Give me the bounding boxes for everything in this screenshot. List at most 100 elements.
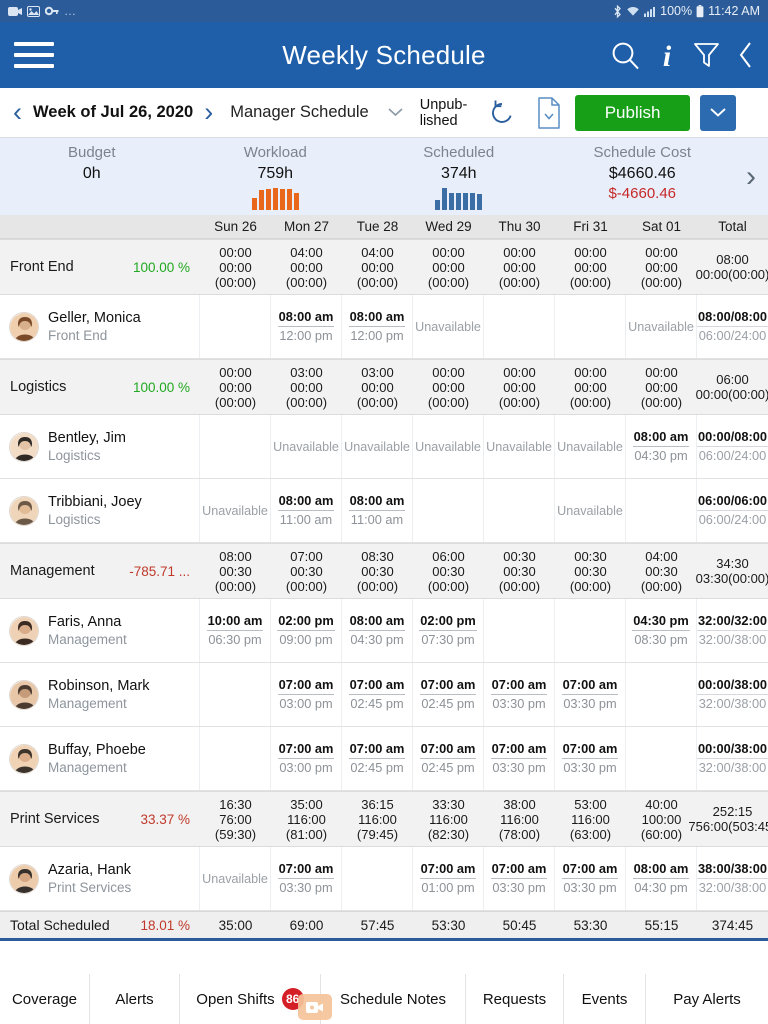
prev-week-button[interactable]: ‹ <box>6 99 29 126</box>
group-total-cell[interactable]: 08:00 00:00(00:00) <box>696 240 768 294</box>
summary-cell-workload[interactable]: Workload 759h <box>184 138 368 215</box>
group-day-cell[interactable]: 00:00 00:00 (00:00) <box>200 360 271 414</box>
employee-total-cell[interactable]: 32:00/32:00 32:00/38:00 <box>697 599 768 662</box>
shift-cell[interactable]: Unavailable <box>626 295 697 358</box>
shift-cell[interactable] <box>200 415 271 478</box>
shift-cell[interactable]: 07:00 am 02:45 pm <box>342 727 413 790</box>
publish-button[interactable]: Publish <box>574 94 691 131</box>
shift-cell[interactable]: 07:00 am 02:45 pm <box>413 727 484 790</box>
shift-cell[interactable]: 02:00 pm 07:30 pm <box>413 599 484 662</box>
employee-total-cell[interactable]: 00:00/38:00 32:00/38:00 <box>697 663 768 726</box>
shift-cell[interactable]: 08:00 am 04:30 pm <box>626 415 697 478</box>
shift-cell[interactable]: 07:00 am 03:30 pm <box>555 663 626 726</box>
shift-cell[interactable] <box>626 727 697 790</box>
publish-options-caret[interactable] <box>700 94 737 131</box>
shift-cell[interactable]: 07:00 am 03:30 pm <box>484 847 555 910</box>
undo-refresh-icon[interactable] <box>486 97 518 129</box>
group-summary-row[interactable]: Print Services 33.37 % 16:30 76:00 (59:30) 35… <box>0 791 768 847</box>
summary-cell-budget[interactable]: Budget 0h <box>0 138 184 215</box>
group-summary-row[interactable]: Logistics 100.00 % 00:00 00:00 (00:00) 03:00 0… <box>0 359 768 415</box>
shift-cell[interactable]: 07:00 am 03:30 pm <box>484 727 555 790</box>
group-day-cell[interactable]: 40:00 100:00 (60:00) <box>626 792 697 846</box>
shift-cell[interactable] <box>555 599 626 662</box>
hamburger-menu-icon[interactable] <box>14 42 54 68</box>
group-day-cell[interactable]: 00:00 00:00 (00:00) <box>626 240 697 294</box>
employee-info[interactable]: Buffay, Phoebe Management <box>0 727 200 790</box>
employee-info[interactable]: Faris, Anna Management <box>0 599 200 662</box>
day-header-tue-28[interactable]: Tue 28 <box>342 219 413 234</box>
shift-cell[interactable]: 07:00 am 03:00 pm <box>271 727 342 790</box>
group-day-cell[interactable]: 00:00 00:00 (00:00) <box>200 240 271 294</box>
group-day-cell[interactable]: 06:00 00:30 (00:00) <box>413 544 484 598</box>
group-day-cell[interactable]: 04:00 00:30 (00:00) <box>626 544 697 598</box>
shift-cell[interactable] <box>200 727 271 790</box>
shift-cell[interactable]: Unavailable <box>555 415 626 478</box>
employee-total-cell[interactable]: 00:00/38:00 32:00/38:00 <box>697 727 768 790</box>
summary-next-icon[interactable]: › <box>734 138 768 215</box>
shift-cell[interactable] <box>626 479 697 542</box>
shift-cell[interactable]: 08:00 am 04:30 pm <box>342 599 413 662</box>
shift-cell[interactable]: 07:00 am 03:30 pm <box>484 663 555 726</box>
tab-events[interactable]: Events <box>564 974 646 1024</box>
shift-cell[interactable]: 04:30 pm 08:30 pm <box>626 599 697 662</box>
employee-total-cell[interactable]: 06:00/06:00 06:00/24:00 <box>697 479 768 542</box>
employee-row[interactable]: Geller, Monica Front End 08:00 am 12:00 pm 0… <box>0 295 768 359</box>
document-download-icon[interactable] <box>535 96 563 130</box>
shift-cell[interactable] <box>200 663 271 726</box>
next-week-button[interactable]: › <box>197 99 220 126</box>
employee-row[interactable]: Faris, Anna Management 10:00 am 06:30 pm 02:… <box>0 599 768 663</box>
shift-cell[interactable] <box>484 599 555 662</box>
group-day-cell[interactable]: 38:00 116:00 (78:00) <box>484 792 555 846</box>
shift-cell[interactable]: 08:00 am 11:00 am <box>342 479 413 542</box>
tab-coverage[interactable]: Coverage <box>0 974 90 1024</box>
employee-total-cell[interactable]: 38:00/38:00 32:00/38:00 <box>697 847 768 910</box>
summary-cell-scheduled[interactable]: Scheduled 374h <box>367 138 551 215</box>
group-day-cell[interactable]: 00:00 00:00 (00:00) <box>484 360 555 414</box>
tab-requests[interactable]: Requests <box>466 974 564 1024</box>
employee-row[interactable]: Bentley, Jim Logistics Unavailable Unavaila… <box>0 415 768 479</box>
employee-info[interactable]: Azaria, Hank Print Services <box>0 847 200 910</box>
shift-cell[interactable] <box>484 295 555 358</box>
employee-total-cell[interactable]: 00:00/08:00 06:00/24:00 <box>697 415 768 478</box>
day-header-mon-27[interactable]: Mon 27 <box>271 219 342 234</box>
employee-row[interactable]: Tribbiani, Joey Logistics Unavailable 08:00… <box>0 479 768 543</box>
shift-cell[interactable]: Unavailable <box>484 415 555 478</box>
tab-schedule-notes[interactable]: Schedule Notes <box>321 974 466 1024</box>
group-summary-row[interactable]: Front End 100.00 % 00:00 00:00 (00:00) 04:00 0… <box>0 239 768 295</box>
filter-icon[interactable] <box>693 40 720 70</box>
chevron-down-icon[interactable] <box>387 104 404 121</box>
shift-cell[interactable]: Unavailable <box>342 415 413 478</box>
info-icon[interactable]: i <box>658 39 676 71</box>
day-header-wed-29[interactable]: Wed 29 <box>413 219 484 234</box>
group-total-cell[interactable]: 252:15 756:00(503:45) <box>688 792 768 846</box>
group-day-cell[interactable]: 04:00 00:00 (00:00) <box>271 240 342 294</box>
group-day-cell[interactable]: 08:00 00:30 (00:00) <box>200 544 271 598</box>
employee-info[interactable]: Geller, Monica Front End <box>0 295 200 358</box>
shift-cell[interactable]: Unavailable <box>271 415 342 478</box>
group-day-cell[interactable]: 35:00 116:00 (81:00) <box>271 792 342 846</box>
group-day-cell[interactable]: 00:30 00:30 (00:00) <box>484 544 555 598</box>
group-day-cell[interactable]: 03:00 00:00 (00:00) <box>342 360 413 414</box>
collapse-icon[interactable] <box>737 39 754 71</box>
shift-cell[interactable] <box>484 479 555 542</box>
shift-cell[interactable]: 07:00 am 01:00 pm <box>413 847 484 910</box>
group-total-cell[interactable]: 34:30 03:30(00:00) <box>696 544 768 598</box>
tab-alerts[interactable]: Alerts <box>90 974 180 1024</box>
search-icon[interactable] <box>610 40 641 71</box>
shift-cell[interactable]: 07:00 am 02:45 pm <box>413 663 484 726</box>
shift-cell[interactable]: 02:00 pm 09:00 pm <box>271 599 342 662</box>
day-header-sun-26[interactable]: Sun 26 <box>200 219 271 234</box>
employee-row[interactable]: Azaria, Hank Print Services Unavailable 07:… <box>0 847 768 911</box>
schedule-selector-label[interactable]: Manager Schedule <box>230 103 369 122</box>
shift-cell[interactable]: 07:00 am 03:30 pm <box>271 847 342 910</box>
shift-cell[interactable]: 10:00 am 06:30 pm <box>200 599 271 662</box>
group-day-cell[interactable]: 03:00 00:00 (00:00) <box>271 360 342 414</box>
group-day-cell[interactable]: 00:00 00:00 (00:00) <box>555 240 626 294</box>
day-header-fri-31[interactable]: Fri 31 <box>555 219 626 234</box>
shift-cell[interactable] <box>200 295 271 358</box>
group-day-cell[interactable]: 04:00 00:00 (00:00) <box>342 240 413 294</box>
shift-cell[interactable]: 08:00 am 12:00 pm <box>271 295 342 358</box>
employee-total-cell[interactable]: 08:00/08:00 06:00/24:00 <box>697 295 768 358</box>
group-day-cell[interactable]: 16:30 76:00 (59:30) <box>200 792 271 846</box>
shift-cell[interactable]: 08:00 am 12:00 pm <box>342 295 413 358</box>
